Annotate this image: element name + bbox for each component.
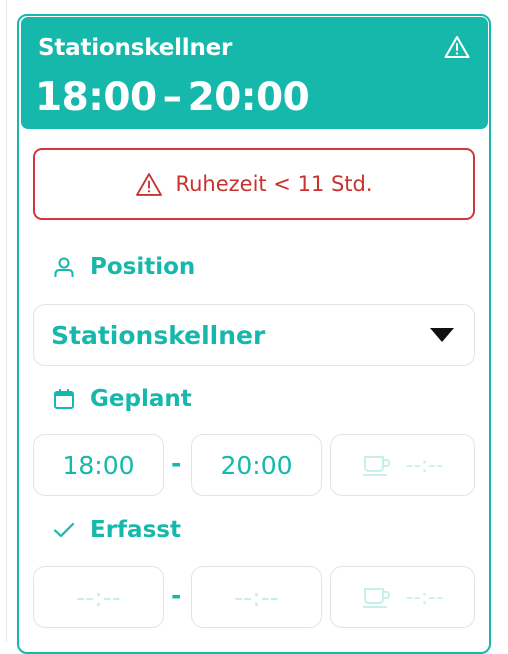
recorded-start-placeholder: --:--: [76, 582, 121, 612]
recorded-label-text: Erfasst: [90, 517, 181, 543]
warning-icon[interactable]: [444, 35, 470, 59]
recorded-end-placeholder: --:--: [234, 582, 279, 612]
planned-pause-input[interactable]: --:--: [330, 434, 475, 496]
position-label-text: Position: [90, 254, 196, 280]
position-label: Position: [52, 254, 195, 280]
planned-end-value: 20:00: [220, 450, 293, 480]
recorded-pause-input[interactable]: --:--: [330, 566, 475, 628]
shift-start-time: 18:00: [35, 75, 157, 120]
shift-header[interactable]: Stationskellner 18:00 – 20:00: [21, 17, 488, 129]
left-divider: [6, 0, 7, 642]
planned-pause-placeholder: --:--: [405, 453, 444, 477]
person-icon: [54, 257, 74, 277]
position-select-value: Stationskellner: [51, 320, 266, 350]
recorded-time-separator: -: [171, 581, 182, 610]
planned-start-value: 18:00: [62, 450, 135, 480]
recorded-pause-placeholder: --:--: [405, 585, 444, 609]
planned-time-separator: -: [171, 449, 182, 478]
position-select[interactable]: Stationskellner: [33, 304, 475, 366]
alert-text: Ruhezeit < 11 Std.: [175, 172, 373, 196]
recorded-label: Erfasst: [52, 517, 181, 543]
rest-time-alert: Ruhezeit < 11 Std.: [33, 148, 475, 220]
checkmark-icon: [53, 522, 75, 538]
planned-label: Geplant: [52, 386, 192, 412]
recorded-end-input[interactable]: --:--: [191, 566, 322, 628]
shift-time-separator: –: [162, 75, 183, 120]
coffee-cup-icon: [362, 588, 390, 608]
caret-down-icon: [430, 328, 454, 342]
warning-icon: [136, 172, 163, 196]
coffee-cup-icon: [362, 456, 390, 476]
shift-title: Stationskellner: [38, 35, 233, 61]
planned-start-input[interactable]: 18:00: [33, 434, 164, 496]
recorded-start-input[interactable]: --:--: [33, 566, 164, 628]
shift-end-time: 20:00: [187, 75, 310, 120]
calendar-icon: [54, 389, 74, 409]
planned-label-text: Geplant: [90, 386, 192, 412]
planned-end-input[interactable]: 20:00: [191, 434, 322, 496]
shift-time: 18:00 – 20:00: [35, 75, 310, 120]
